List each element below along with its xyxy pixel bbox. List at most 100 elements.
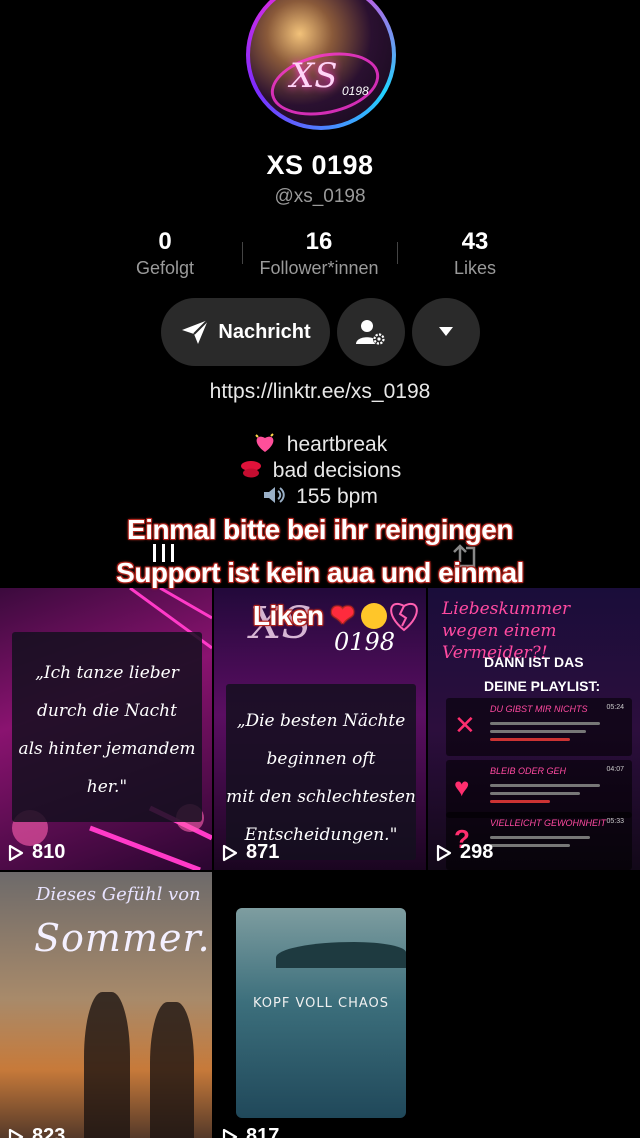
quote-line: „Die besten Nächte [236,711,406,731]
profile-handle: @xs_0198 [274,186,366,207]
subtitle-line: DANN IST DAS [484,654,584,670]
track-title: DU GIBST MIR NICHTS [490,704,588,714]
stat-divider [242,242,243,264]
playlist-item: ♥ BLEIB ODER GEH 04:07 [446,760,632,818]
quote-line: durch die Nacht [37,701,177,721]
profile-link[interactable]: https://linktr.ee/xs_0198 [0,380,640,404]
view-count: 823 [8,1125,65,1138]
silhouette [84,992,130,1138]
caption-line: Einmal bitte bei ihr reingingen [127,514,513,545]
quote-line: als hinter jemandem [18,739,196,759]
view-count: 298 [436,841,493,864]
profile-name: XS 0198 [266,150,374,180]
subtitle-line: DEINE PLAYLIST: [484,678,601,694]
message-button[interactable]: Nachricht [161,298,330,366]
quote-line: beginnen oft [266,749,376,769]
track-time: 05:33 [606,818,624,825]
play-outline-icon [8,844,24,861]
caption-line: Support ist kein aua und einmal [116,557,524,588]
quote-line: her." [86,777,128,797]
playlist-subtitle: DANN IST DAS DEINE PLAYLIST: [484,650,600,698]
video-title: Dieses Gefühl von [36,884,201,905]
track-title: BLEIB ODER GEH [490,766,567,776]
view-count: 817 [222,1125,279,1138]
text-line [490,730,586,733]
more-options-button[interactable] [412,298,480,366]
speaker-icon [264,487,285,503]
track-time: 05:24 [606,704,624,711]
video-title-big: Sommer... [34,916,212,960]
cross-icon: ✕ [454,710,476,740]
video-thumbnail: KOPF VOLL CHAOS [236,908,406,1118]
avatar-image: XS 0198 [250,0,392,126]
silhouette [150,1002,194,1138]
red-heart-icon: ❤ [330,600,354,631]
playlist-item: ✕ DU GIBST MIR NICHTS 05:24 [446,698,632,756]
stat-following-label: Gefolgt [135,258,195,278]
quote-card: „Die besten Nächte beginnen oft mit den … [226,684,416,860]
add-friend-button[interactable] [337,298,405,366]
video-tile[interactable]: KOPF VOLL CHAOS 817 [214,872,426,1138]
view-count: 871 [222,841,279,864]
kiss-mark-icon [240,461,261,478]
stat-divider [397,242,398,264]
island-silhouette [276,942,406,968]
video-tile[interactable]: Dieses Gefühl von Sommer... 823 [0,872,212,1138]
view-count-value: 298 [460,841,494,863]
bio-line: heartbreak [0,432,640,458]
stat-likes-value: 43 [461,228,489,255]
avatar-brand-number: 0198 [342,84,369,98]
text-line [490,722,600,725]
text-line [490,784,600,787]
bio-line: 155 bpm [0,484,640,510]
quote-card: „Ich tanze lieber durch die Nacht als hi… [12,632,202,822]
face-hand-over-mouth-icon [361,603,388,629]
track-time: 04:07 [606,766,624,773]
profile-actions: Nachricht [0,298,640,366]
stat-likes-label: Likes [453,258,497,278]
stat-likes[interactable]: 43 Likes [420,228,530,279]
quote-line: mit den schlechtesten [226,787,416,807]
quote-text: „Ich tanze lieber durch die Nacht als hi… [12,632,202,806]
bio-text: bad decisions [272,459,402,482]
stat-followers-value: 16 [305,228,333,255]
play-outline-icon [222,844,238,861]
quote-text: „Die besten Nächte beginnen oft mit den … [226,684,416,854]
view-count-value: 817 [246,1125,280,1138]
message-button-label: Nachricht [218,320,311,343]
caption-text: Liken [252,600,324,631]
profile-avatar[interactable]: XS 0198 [246,0,396,130]
view-count-value: 871 [246,841,280,863]
bio-line: bad decisions [0,458,640,484]
caption-line: Liken ❤ [0,594,640,637]
stat-following[interactable]: 0 Gefolgt [110,228,220,279]
triangle-down-icon [439,327,453,336]
stat-followers-label: Follower*innen [259,258,379,278]
profile-stats: 0 Gefolgt 16 Follower*innen 43 Likes [0,228,640,288]
play-outline-icon [222,1128,238,1138]
quote-line: „Ich tanze lieber [35,663,179,683]
bio-text: heartbreak [286,433,388,456]
add-friend-settings-icon [356,320,385,345]
thumbnail-text: KOPF VOLL CHAOS [252,996,389,1011]
stat-followers[interactable]: 16 Follower*innen [244,228,394,279]
sparkling-heart-icon [255,433,274,452]
track-title: VIELLEICHT GEWOHNHEIT [490,818,607,828]
text-line [490,836,590,839]
text-line [490,800,550,803]
view-count-value: 823 [32,1125,66,1138]
play-outline-icon [8,1128,24,1138]
stat-following-value: 0 [158,228,172,255]
view-count-value: 810 [32,841,66,863]
bio-text: 155 bpm [296,485,378,508]
overlay-caption: Einmal bitte bei ihr reingingen Support … [0,508,640,637]
text-line [490,792,580,795]
text-line [490,844,570,847]
avatar-brand-text: XS [290,56,338,96]
text-line [490,738,570,741]
send-icon [182,319,210,344]
view-count: 810 [8,841,65,864]
broken-heart-icon: ♥ [454,772,470,802]
play-outline-icon [436,844,452,861]
profile-bio: heartbreak bad decisions 155 bpm [0,432,640,510]
